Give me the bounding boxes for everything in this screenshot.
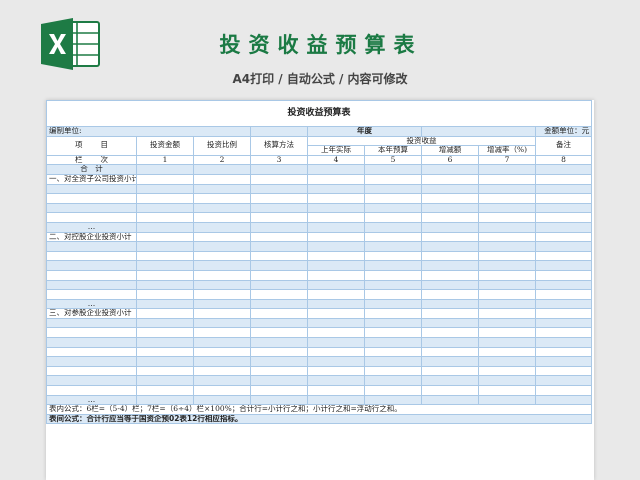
table-row xyxy=(46,317,593,329)
section-label: 三、对参股企业投资小计 xyxy=(46,308,137,319)
formula-note-inner: 表内公式：6栏=（5-4）栏；7栏=（6÷4）栏×100%；合计行=小计行之和；… xyxy=(46,404,593,415)
table-row xyxy=(46,356,593,367)
table-row xyxy=(46,346,593,358)
header-income: 投资收益 xyxy=(307,135,536,147)
unit-label: 编制单位: xyxy=(46,126,251,137)
column-number-label: 栏次 xyxy=(46,154,137,166)
header-increase: 增减额 xyxy=(421,145,479,156)
table-row xyxy=(46,365,593,377)
table-row xyxy=(46,260,593,271)
amount-unit-label: 金额单位：元 xyxy=(534,126,593,137)
column-number: 7 xyxy=(478,154,536,166)
header-calc-method: 核算方法 xyxy=(250,135,308,156)
table-row xyxy=(46,385,593,396)
column-number: 2 xyxy=(193,154,251,166)
page-subtitle: A4打印 / 自动公式 / 内容可修改 xyxy=(232,72,408,86)
excel-logo-icon xyxy=(37,14,103,74)
header-item: 项目 xyxy=(46,135,137,156)
table-row xyxy=(46,269,593,281)
header-this-year: 本年预算 xyxy=(364,145,422,156)
page-title: 投资收益预算表 xyxy=(219,33,423,57)
header-increase-rate: 增减率（%) xyxy=(478,145,536,156)
ellipsis-row: … xyxy=(46,221,137,233)
column-number: 3 xyxy=(250,154,308,166)
table-row xyxy=(46,250,593,262)
table-row xyxy=(46,183,593,195)
table-row xyxy=(46,279,593,291)
ellipsis-row: … xyxy=(46,298,137,310)
column-number: 8 xyxy=(534,154,593,166)
column-number: 1 xyxy=(136,154,194,166)
table-row xyxy=(46,193,593,204)
table-row xyxy=(46,375,593,387)
table-row xyxy=(46,327,593,339)
section-label: 二、对控股企业投资小计 xyxy=(46,231,137,243)
table-row xyxy=(46,212,593,223)
column-number: 4 xyxy=(307,154,365,166)
spreadsheet-preview: 投资收益预算表 编制单位: 年度 金额单位：元 项目 投资金额 投资比例 核算方… xyxy=(46,100,594,480)
table-row xyxy=(46,337,593,348)
section-label: 一、对全资子公司投资小计 xyxy=(46,173,137,185)
formula-note-cross: 表间公式：合计行应当等于国资企预02表12行相应指标。 xyxy=(46,413,593,425)
total-row-label: 合 计 xyxy=(46,164,137,175)
sheet-title: 投资收益预算表 xyxy=(46,100,593,127)
column-number: 5 xyxy=(364,154,422,166)
header-invest-ratio: 投资比例 xyxy=(193,135,251,156)
table-row xyxy=(46,202,593,214)
year-label: 年度 xyxy=(307,126,422,137)
table-row xyxy=(46,289,593,300)
ellipsis-row: … xyxy=(46,394,137,406)
column-number: 6 xyxy=(421,154,479,166)
budget-table: 投资收益预算表 编制单位: 年度 金额单位：元 项目 投资金额 投资比例 核算方… xyxy=(46,100,593,425)
table-row xyxy=(46,241,593,252)
header-invest-amount: 投资金额 xyxy=(136,135,194,156)
header-last-year: 上年实际 xyxy=(307,145,365,156)
header-note: 备注 xyxy=(534,135,593,156)
